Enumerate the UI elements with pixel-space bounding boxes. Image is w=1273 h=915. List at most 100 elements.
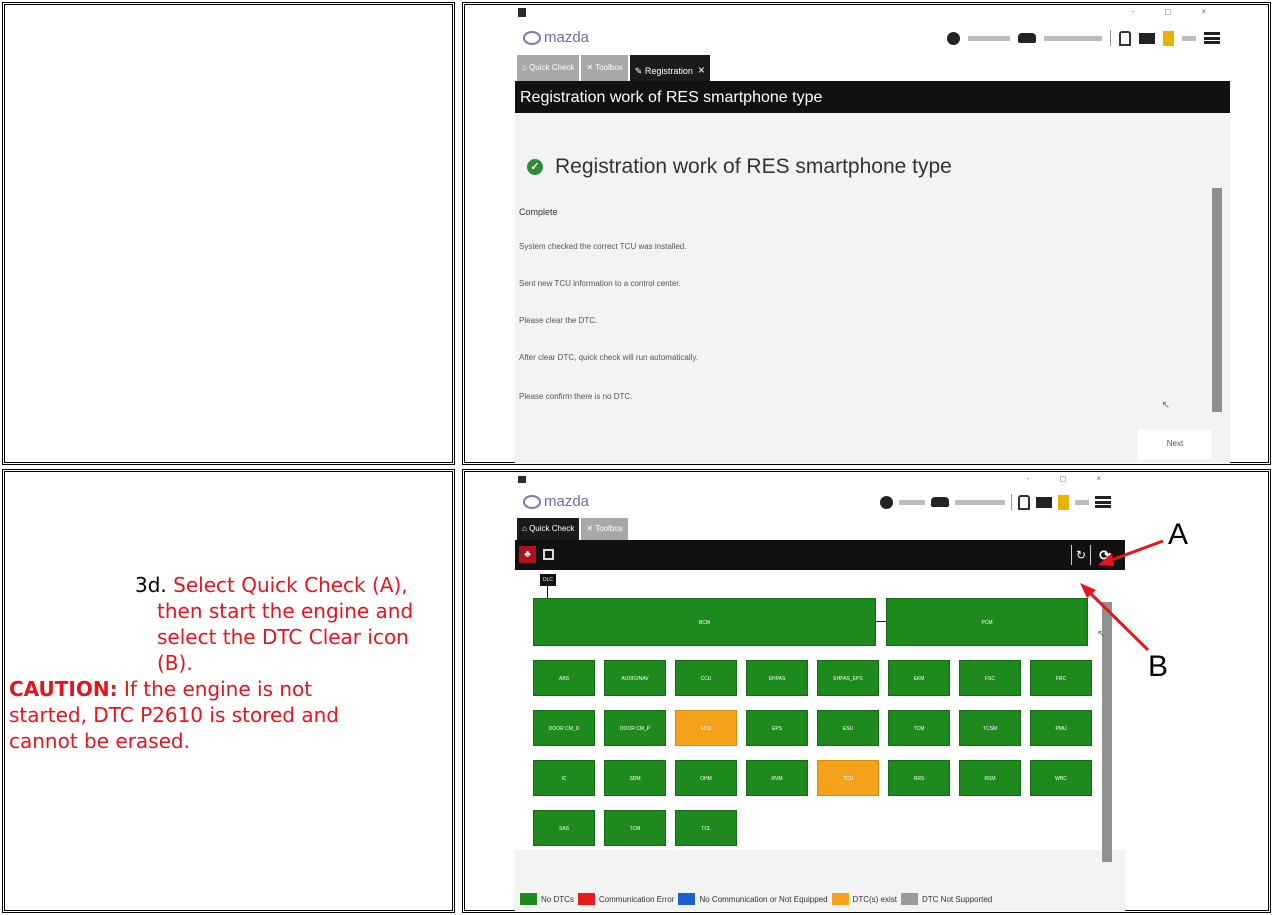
caution-line1: If the engine is not (123, 677, 313, 701)
user-icon[interactable] (880, 495, 893, 509)
module-connector (876, 621, 886, 622)
mazda-logo: mazda (523, 493, 589, 510)
legend-label-comm-error: Communication Error (598, 894, 675, 904)
scrollbar[interactable] (1212, 188, 1222, 412)
module-tile[interactable]: ABS (533, 660, 595, 696)
tab-registration[interactable]: ✎ Registration × (629, 55, 710, 81)
module-tile[interactable]: RSM (959, 760, 1021, 796)
module-tile[interactable]: EHPAS_EPS (817, 660, 879, 696)
tab-bar: ⌂ Quick Check ✕ Toolbox ✎ Registration × (515, 53, 1230, 81)
vehicle-icon[interactable] (931, 497, 949, 507)
module-tile[interactable]: FSC (959, 660, 1021, 696)
user-icon[interactable] (947, 31, 960, 45)
vci-icon[interactable] (1036, 496, 1052, 508)
home-icon: ⌂ (522, 524, 530, 533)
battery-icon (1058, 494, 1069, 510)
mouse-cursor-icon: ↖ (1161, 400, 1170, 411)
legend-label-no-dtc: No DTCs (541, 894, 574, 904)
module-tile[interactable]: TCM (604, 810, 666, 846)
module-tile[interactable]: TCSM (959, 710, 1021, 746)
module-tile[interactable]: TCM (888, 710, 950, 746)
step-text-line1: Select Quick Check (A), (173, 573, 408, 597)
brand-name: mazda (544, 29, 590, 46)
module-tile[interactable]: SDM (604, 760, 666, 796)
message-4: After clear DTC, quick check will run au… (519, 353, 699, 362)
status-icons (947, 30, 1220, 46)
module-tile[interactable]: PMU (1030, 710, 1092, 746)
caution-line3: cannot be erased. (9, 729, 190, 753)
dtc-clear-icon[interactable]: ↻ (1071, 545, 1091, 565)
instruction-text: 3d. Select Quick Check (A), then start t… (9, 572, 449, 754)
technician-icon[interactable] (1119, 30, 1131, 46)
module-tile[interactable]: TCU (817, 760, 879, 796)
page-header: Registration work of RES smartphone type (515, 81, 1230, 113)
module-tile[interactable]: TCL (675, 810, 737, 846)
menu-icon[interactable] (1204, 32, 1220, 44)
module-tile[interactable]: AUDIO/NAV (604, 660, 666, 696)
module-tile[interactable]: RRS (888, 760, 950, 796)
status-legend: No DTCs Communication Error No Communica… (520, 893, 992, 905)
window-controls[interactable]: - ◻ × (1132, 7, 1220, 16)
caution-line2: started, DTC P2610 is stored and (9, 703, 339, 727)
separator (1110, 30, 1111, 46)
legend-label-dtc-exist: DTC(s) exist (852, 894, 897, 904)
scrollbar[interactable] (1102, 602, 1112, 862)
quick-check-icon[interactable]: ⟳ (1095, 545, 1115, 565)
network-view-icon[interactable]: ♣ (519, 546, 536, 563)
module-tile[interactable]: PCM (886, 598, 1088, 646)
module-tile[interactable]: ECU (675, 710, 737, 746)
module-tile[interactable]: IC (533, 760, 595, 796)
legend-label-no-comm: No Communication or Not Equipped (699, 894, 828, 904)
module-tile[interactable]: FRC (1030, 660, 1092, 696)
module-tile[interactable]: EPS (746, 710, 808, 746)
table-view-icon[interactable] (543, 549, 554, 560)
mouse-cursor-icon: ↖ (1097, 629, 1106, 640)
tab-quick-check[interactable]: ⌂ Quick Check (517, 518, 580, 540)
vin-blurred (955, 499, 1005, 505)
legend-swatch-no-comm (678, 893, 696, 905)
module-tile[interactable]: EKM (888, 660, 950, 696)
module-tile[interactable]: OHM (675, 760, 737, 796)
battery-value-blurred (1075, 499, 1089, 505)
app-icon (518, 8, 526, 17)
module-tile[interactable]: CCU (675, 660, 737, 696)
mazda-logo-icon (523, 30, 541, 45)
wrench-icon: ✎ (634, 66, 645, 76)
quick-check-toolbar: ♣ ↻ ⟳ (515, 540, 1125, 570)
module-tile[interactable]: ESU (817, 710, 879, 746)
check-circle-icon: ✓ (527, 159, 543, 175)
legend-swatch-not-supported (901, 893, 918, 905)
root-node[interactable]: DLC (540, 574, 556, 586)
battery-icon (1163, 30, 1174, 46)
vci-icon[interactable] (1139, 32, 1155, 44)
module-tile[interactable]: EHPAS (746, 660, 808, 696)
callout-a: A (1168, 518, 1189, 551)
step-text-line2: then start the engine and (157, 599, 414, 623)
vin-blurred (1044, 35, 1102, 41)
legend-swatch-dtc-exist (831, 893, 849, 905)
quick-check-screenshot: - ◻ × mazda ⌂ Quick Check ✕ Toolbox ♣ ↻ … (515, 474, 1125, 911)
tab-toolbox[interactable]: ✕ Toolbox (581, 55, 628, 81)
app-icon (518, 476, 526, 483)
module-tile[interactable]: BCM (533, 598, 876, 646)
window-controls[interactable]: - ◻ × (1027, 474, 1115, 483)
mazda-logo-icon (523, 494, 541, 509)
vehicle-icon[interactable] (1018, 33, 1036, 43)
next-button[interactable]: Next (1138, 429, 1212, 459)
user-id-blurred (968, 35, 1010, 41)
module-tile[interactable]: SAS (533, 810, 595, 846)
menu-icon[interactable] (1095, 496, 1111, 508)
tab-toolbox[interactable]: ✕ Toolbox (581, 518, 628, 540)
module-tile[interactable]: WBC (1030, 760, 1092, 796)
close-tab-icon[interactable]: × (698, 63, 705, 77)
module-tile[interactable]: RVM (746, 760, 808, 796)
registration-content: ✓ Registration work of RES smartphone ty… (515, 145, 1205, 463)
module-tile[interactable]: DOOR CM_P (604, 710, 666, 746)
technician-icon[interactable] (1018, 494, 1030, 510)
tab-quick-check[interactable]: ⌂ Quick Check (517, 55, 580, 81)
status-heading: ✓ Registration work of RES smartphone ty… (527, 155, 952, 179)
module-tile[interactable]: DOOR CM_D (533, 710, 595, 746)
window-titlebar: - ◻ × (515, 474, 1125, 486)
separator (1011, 494, 1012, 510)
status-heading-text: Registration work of RES smartphone type (555, 155, 952, 178)
